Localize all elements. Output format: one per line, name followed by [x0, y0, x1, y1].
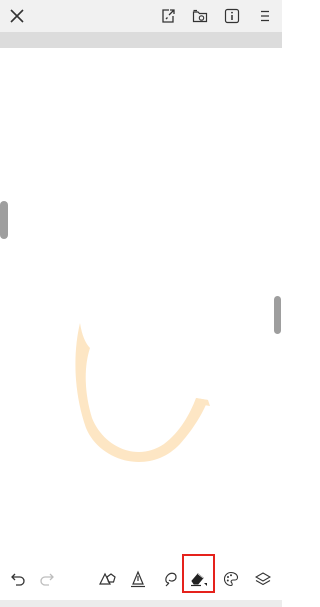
right-scroll-handle[interactable]	[274, 296, 281, 334]
export-button[interactable]	[157, 5, 179, 27]
close-icon	[10, 9, 24, 23]
export-icon	[162, 9, 175, 23]
info-icon	[224, 8, 240, 24]
redo-icon	[40, 573, 54, 586]
selected-tool-highlight	[182, 554, 215, 593]
pen-button[interactable]	[127, 568, 149, 590]
shapes-icon	[99, 572, 116, 585]
lasso-button[interactable]	[159, 568, 181, 590]
stroke-path	[75, 323, 208, 462]
save-to-folder-button[interactable]	[189, 5, 211, 27]
bottom-edge	[0, 600, 282, 607]
redo-button[interactable]	[36, 568, 58, 590]
brush-stroke	[75, 323, 210, 462]
drawing-app	[0, 0, 300, 607]
bottom-toolbar	[0, 558, 282, 600]
menu-icon	[261, 10, 269, 22]
top-toolbar	[0, 0, 282, 32]
pen-icon	[131, 570, 145, 588]
palette-icon	[223, 571, 239, 587]
folder-save-icon	[192, 9, 208, 23]
info-button[interactable]	[221, 5, 243, 27]
toolbar-divider	[0, 32, 282, 48]
drawing-canvas[interactable]	[0, 48, 282, 558]
lasso-icon	[165, 572, 177, 587]
layers-icon	[255, 572, 271, 586]
menu-button[interactable]	[254, 5, 276, 27]
undo-icon	[11, 573, 25, 586]
shapes-button[interactable]	[96, 568, 118, 590]
undo-button[interactable]	[7, 568, 29, 590]
layers-button[interactable]	[252, 568, 274, 590]
close-button[interactable]	[6, 5, 28, 27]
palette-button[interactable]	[220, 568, 242, 590]
right-margin	[282, 0, 300, 607]
